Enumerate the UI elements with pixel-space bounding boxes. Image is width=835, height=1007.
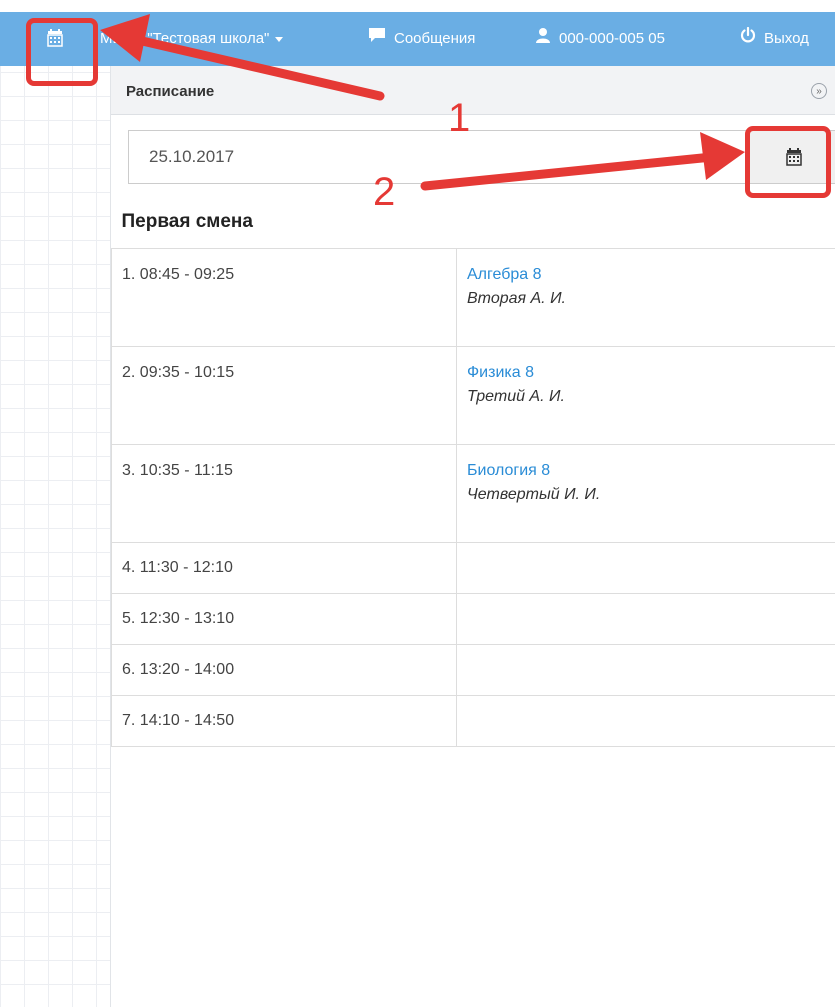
teacher-name: Вторая А. И. <box>467 290 566 307</box>
lesson-cell <box>456 593 835 645</box>
user-label: 000-000-005 05 <box>559 30 665 47</box>
navbar: МБОУ "Тестовая школа" Сообщения 000-000-… <box>0 12 835 66</box>
teacher-name: Четвертый И. И. <box>467 486 601 503</box>
school-label: МБОУ "Тестовая школа" <box>100 30 270 47</box>
table-row: 7. 14:10 - 14:50 <box>111 695 835 747</box>
school-dropdown[interactable]: МБОУ "Тестовая школа" <box>100 12 284 66</box>
lesson-time: 3. 10:35 - 11:15 <box>111 444 457 543</box>
annotation-box-1 <box>26 18 98 86</box>
annotation-number-1: 1 <box>448 96 471 140</box>
table-row: 1. 08:45 - 09:25 Алгебра 8 Вторая А. И. <box>111 248 835 347</box>
logout-link[interactable]: Выход <box>740 12 809 66</box>
teacher-name: Третий А. И. <box>467 388 565 405</box>
power-icon <box>740 12 756 66</box>
user-link[interactable]: 000-000-005 05 <box>535 12 665 66</box>
lesson-time: 2. 09:35 - 10:15 <box>111 346 457 445</box>
lesson-cell <box>456 644 835 696</box>
lesson-time: 7. 14:10 - 14:50 <box>111 695 457 747</box>
table-row: 4. 11:30 - 12:10 <box>111 542 835 594</box>
lesson-cell: Алгебра 8 Вторая А. И. <box>456 248 835 347</box>
panel-header: Расписание » <box>111 66 835 115</box>
caret-down-icon <box>275 36 284 42</box>
annotation-box-2 <box>745 126 831 198</box>
logout-label: Выход <box>764 30 809 47</box>
lesson-time: 5. 12:30 - 13:10 <box>111 593 457 645</box>
shift-title: Первая смена <box>111 188 835 249</box>
subject-link[interactable]: Алгебра 8 <box>467 263 825 287</box>
annotation-number-2: 2 <box>373 170 396 214</box>
lesson-cell <box>456 695 835 747</box>
messages-link[interactable]: Сообщения <box>368 12 475 66</box>
schedule-panel: Расписание » Первая смена 1. 08:45 - 09:… <box>110 66 835 1007</box>
collapse-button[interactable]: » <box>811 83 827 99</box>
subject-link[interactable]: Биология 8 <box>467 459 825 483</box>
messages-label: Сообщения <box>394 30 476 47</box>
lesson-time: 4. 11:30 - 12:10 <box>111 542 457 594</box>
subject-link[interactable]: Физика 8 <box>467 361 825 385</box>
lesson-time: 1. 08:45 - 09:25 <box>111 248 457 347</box>
lesson-cell <box>456 542 835 594</box>
background-grid <box>0 0 110 1007</box>
user-icon <box>535 12 551 66</box>
table-row: 5. 12:30 - 13:10 <box>111 593 835 645</box>
lesson-time: 6. 13:20 - 14:00 <box>111 644 457 696</box>
schedule-table: Первая смена 1. 08:45 - 09:25 Алгебра 8 … <box>111 188 835 747</box>
table-row: 6. 13:20 - 14:00 <box>111 644 835 696</box>
panel-title: Расписание <box>126 83 215 100</box>
top-strip <box>0 0 835 12</box>
table-row: 2. 09:35 - 10:15 Физика 8 Третий А. И. <box>111 346 835 445</box>
date-input[interactable] <box>128 130 746 184</box>
lesson-cell: Биология 8 Четвертый И. И. <box>456 444 835 543</box>
lesson-cell: Физика 8 Третий А. И. <box>456 346 835 445</box>
chat-icon <box>368 12 386 66</box>
table-row: 3. 10:35 - 11:15 Биология 8 Четвертый И.… <box>111 444 835 543</box>
